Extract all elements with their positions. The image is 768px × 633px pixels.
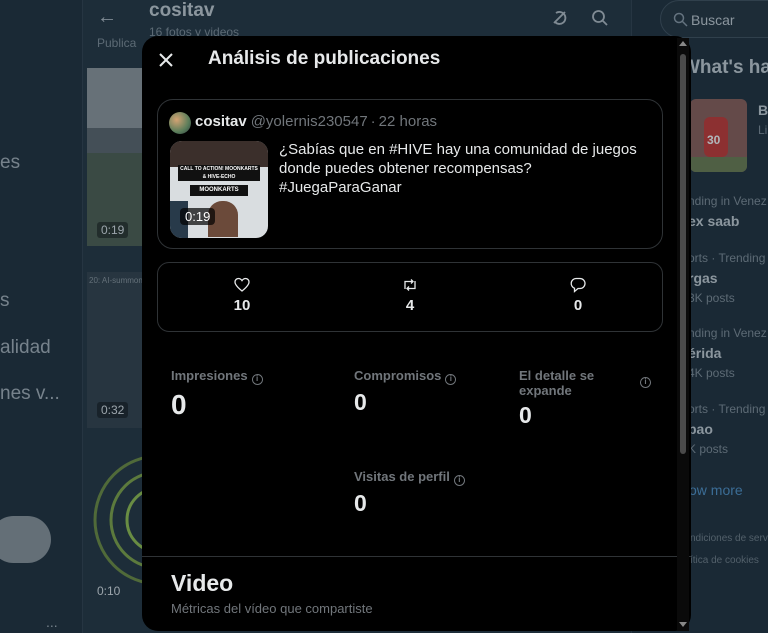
metric-value: 0 (354, 389, 367, 415)
metric-label: Impresiones (171, 368, 248, 383)
info-icon[interactable]: i (251, 374, 263, 385)
post-analytics-modal: Análisis de publicaciones cositav @yolern… (142, 36, 691, 631)
metric-label: Compromisos (354, 368, 442, 383)
scroll-up-icon[interactable] (679, 41, 687, 46)
metric-impressions: Impresiones i 0 (171, 368, 263, 421)
video-section-title: Video (171, 570, 234, 596)
heart-icon (234, 277, 250, 292)
info-icon[interactable]: i (640, 377, 651, 388)
metric-detail-expands: El detalle se expande i 0 (519, 368, 651, 429)
meta-separator: · (370, 113, 376, 130)
modal-scrollbar[interactable] (677, 38, 689, 631)
metric-value: 0 (171, 389, 187, 420)
reply-icon (570, 277, 586, 293)
close-icon[interactable] (154, 48, 178, 72)
scrollbar-thumb[interactable] (680, 54, 686, 454)
modal-header: Análisis de publicaciones (142, 36, 691, 84)
scroll-down-icon[interactable] (679, 622, 687, 627)
thumb-banner: CALL TO ACTION! MOONKARTS & HIVE-ECHO (178, 165, 260, 181)
video-duration: 0:19 (180, 208, 216, 225)
replies-stat[interactable]: 0 (548, 277, 608, 314)
post-video-thumbnail[interactable]: CALL TO ACTION! MOONKARTS & HIVE-ECHO MO… (170, 141, 268, 238)
metric-engagements: Compromisos i 0 (354, 368, 457, 416)
metric-label: Visitas de perfil (354, 469, 450, 484)
post-meta: cositav @yolernis230547 · 22 horas (195, 113, 437, 130)
replies-count: 0 (573, 297, 583, 314)
likes-stat[interactable]: 10 (212, 277, 272, 314)
avatar[interactable] (169, 112, 191, 134)
metric-profile-visits: Visitas de perfil i 0 (354, 469, 465, 517)
metric-value: 0 (519, 402, 532, 428)
engagement-card: 10 4 0 (157, 262, 663, 332)
likes-count: 10 (233, 297, 251, 314)
section-divider (142, 556, 691, 557)
video-section-subtitle: Métricas del vídeo que compartiste (171, 601, 373, 616)
info-icon[interactable]: i (445, 374, 457, 385)
metric-label: El detalle se expande (519, 368, 595, 398)
post-handle[interactable]: @yolernis230547 (251, 113, 368, 130)
modal-title: Análisis de publicaciones (208, 48, 441, 69)
reposts-stat[interactable]: 4 (380, 277, 440, 314)
post-time[interactable]: 22 horas (379, 113, 437, 130)
metric-value: 0 (354, 490, 367, 516)
thumb-scene (170, 141, 268, 167)
repost-icon (404, 279, 416, 291)
post-text: ¿Sabías que en #HIVE hay una comunidad d… (279, 141, 637, 196)
reposts-count: 4 (405, 297, 415, 314)
info-icon[interactable]: i (453, 475, 465, 486)
post-author[interactable]: cositav (195, 113, 247, 130)
thumb-brand: MOONKARTS (190, 185, 248, 196)
post-preview-card[interactable]: cositav @yolernis230547 · 22 horas CALL TO … (157, 99, 663, 249)
